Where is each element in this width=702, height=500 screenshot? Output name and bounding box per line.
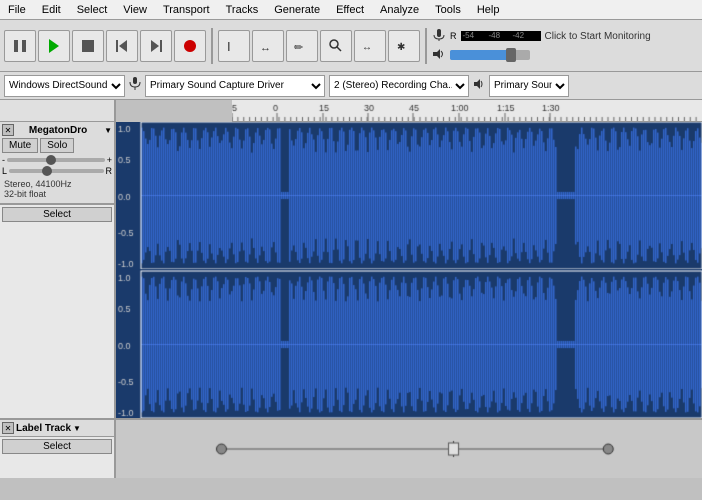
level-meter: -54 -48 -42 xyxy=(461,31,541,41)
pan-thumb xyxy=(42,166,52,176)
toolbar: I ↔ ✏ ↔ ✱ R -54 -48 -42 Click to Start M… xyxy=(0,20,702,72)
separator-1 xyxy=(211,28,213,64)
menu-tracks[interactable]: Tracks xyxy=(218,2,267,18)
pan-left: L xyxy=(2,166,7,176)
label-track-dropdown[interactable]: ▼ xyxy=(73,424,81,433)
mic-icon-small xyxy=(129,77,141,94)
pause-button[interactable] xyxy=(4,30,36,62)
output-driver-select[interactable]: Windows DirectSound xyxy=(4,75,125,97)
volume-slider[interactable] xyxy=(450,50,530,60)
devicebar: Windows DirectSound Primary Sound Captur… xyxy=(0,72,702,100)
select-btn-row: Select xyxy=(0,204,114,224)
svg-text:I: I xyxy=(227,39,231,54)
envelope-tool[interactable]: ↔ xyxy=(252,30,284,62)
track-controls: Mute Solo xyxy=(2,138,112,153)
output-device-select[interactable]: Primary Sound D... xyxy=(489,75,569,97)
input-device-select[interactable]: Primary Sound Capture Driver xyxy=(145,75,325,97)
waveform-canvas xyxy=(116,122,702,418)
label-select-button[interactable]: Select xyxy=(2,439,112,454)
gain-row: - + xyxy=(2,155,112,165)
svg-text:✱: ✱ xyxy=(397,42,405,53)
track-select-button[interactable]: Select xyxy=(2,207,112,222)
menu-edit[interactable]: Edit xyxy=(34,2,69,18)
gain-plus: + xyxy=(107,155,112,165)
svg-text:↔: ↔ xyxy=(260,42,271,54)
label-track-panel: ✕ Label Track ▼ Select xyxy=(0,418,116,478)
record-button[interactable] xyxy=(174,30,206,62)
zoom-tool[interactable] xyxy=(320,30,352,62)
mute-button[interactable]: Mute xyxy=(2,138,38,153)
pan-right: R xyxy=(106,166,113,176)
timeshift-tool[interactable]: ↔ xyxy=(354,30,386,62)
timeline-canvas xyxy=(232,100,702,121)
svg-text:↔: ↔ xyxy=(362,42,372,53)
track-close-button[interactable]: ✕ xyxy=(2,124,14,136)
pan-row: L R xyxy=(2,166,112,176)
speaker-icon xyxy=(432,47,446,64)
svg-text:✏: ✏ xyxy=(294,42,304,54)
tracks-area: ✕ MegatonDro ▼ Mute Solo - + xyxy=(0,100,702,478)
stop-button[interactable] xyxy=(72,30,104,62)
label-canvas xyxy=(116,420,702,478)
monitor-label[interactable]: Click to Start Monitoring xyxy=(545,31,651,42)
menu-file[interactable]: File xyxy=(0,2,34,18)
audio-waveform-area[interactable] xyxy=(116,122,702,418)
audio-track-panel: ✕ MegatonDro ▼ Mute Solo - + xyxy=(0,122,116,418)
level-label-R: R xyxy=(450,31,457,41)
menu-select[interactable]: Select xyxy=(69,2,116,18)
track-title-row: ✕ MegatonDro ▼ xyxy=(2,124,112,136)
skip-start-button[interactable] xyxy=(106,30,138,62)
menubar: File Edit Select View Transport Tracks G… xyxy=(0,0,702,20)
timeline-ruler xyxy=(232,100,702,122)
pan-slider[interactable] xyxy=(9,169,103,173)
track-info: Stereo, 44100Hz32-bit float xyxy=(2,177,112,201)
separator-2 xyxy=(425,28,427,64)
menu-tools[interactable]: Tools xyxy=(427,2,469,18)
play-button[interactable] xyxy=(38,30,70,62)
gain-minus: - xyxy=(2,155,5,165)
audio-track-row: ✕ MegatonDro ▼ Mute Solo - + xyxy=(0,122,702,418)
gain-thumb xyxy=(46,155,56,165)
track-header: ✕ MegatonDro ▼ Mute Solo - + xyxy=(0,122,114,204)
label-track-close[interactable]: ✕ xyxy=(2,422,14,434)
draw-tool[interactable]: ✏ xyxy=(286,30,318,62)
main-area: ✕ MegatonDro ▼ Mute Solo - + xyxy=(0,100,702,478)
multi-tool[interactable]: ✱ xyxy=(388,30,420,62)
menu-analyze[interactable]: Analyze xyxy=(372,2,427,18)
cursor-tool[interactable]: I xyxy=(218,30,250,62)
speaker-icon-small xyxy=(473,78,485,93)
label-track-content[interactable] xyxy=(116,418,702,478)
gain-slider[interactable] xyxy=(7,158,105,162)
label-track-name: Label Track xyxy=(16,423,71,434)
skip-end-button[interactable] xyxy=(140,30,172,62)
channels-select[interactable]: 2 (Stereo) Recording Cha... xyxy=(329,75,469,97)
label-track-row: ✕ Label Track ▼ Select xyxy=(0,418,702,478)
solo-button[interactable]: Solo xyxy=(40,138,74,153)
menu-generate[interactable]: Generate xyxy=(266,2,328,18)
track-name: MegatonDro xyxy=(29,125,87,136)
mic-icon xyxy=(432,28,446,45)
menu-view[interactable]: View xyxy=(115,2,155,18)
track-dropdown-icon[interactable]: ▼ xyxy=(104,126,112,135)
menu-help[interactable]: Help xyxy=(469,2,508,18)
menu-effect[interactable]: Effect xyxy=(328,2,372,18)
menu-transport[interactable]: Transport xyxy=(155,2,218,18)
